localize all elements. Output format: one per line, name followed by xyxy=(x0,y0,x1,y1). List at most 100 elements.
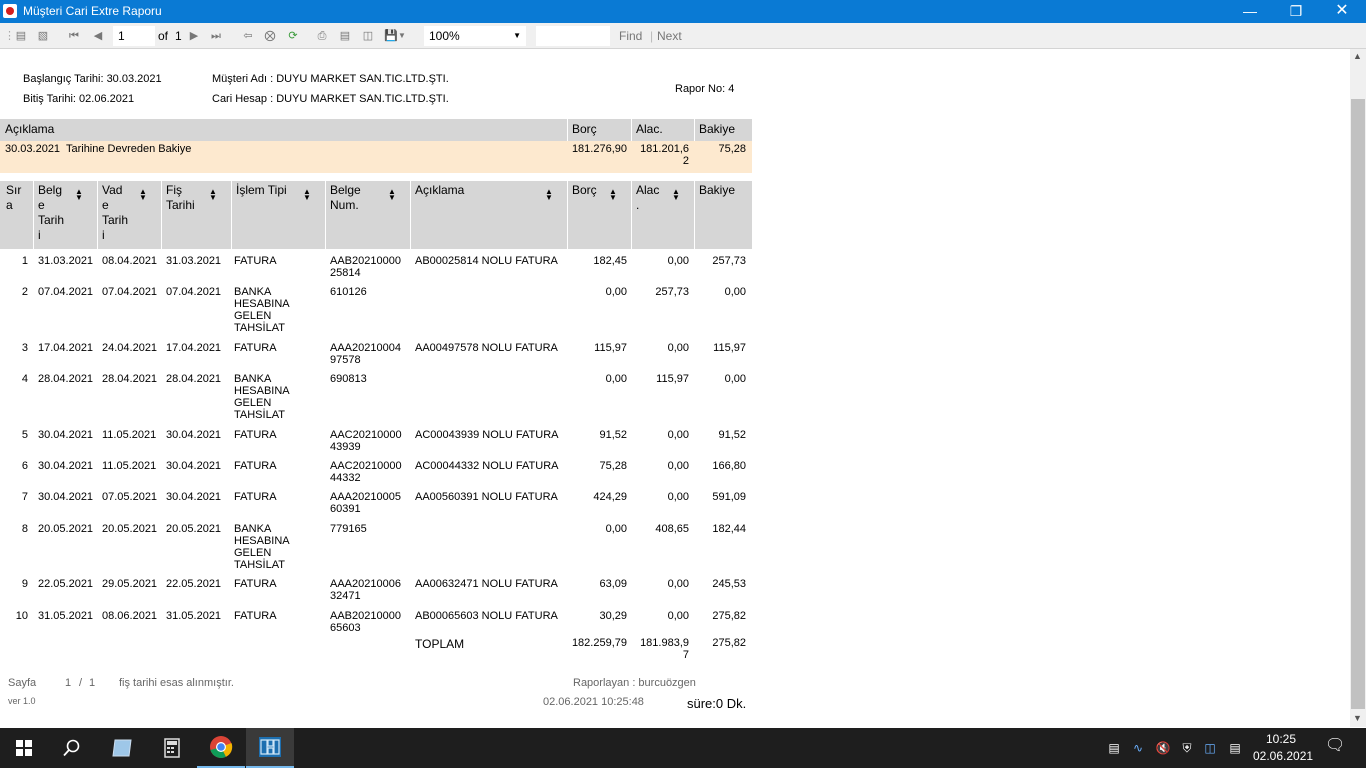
divider xyxy=(694,181,695,249)
search-button[interactable] xyxy=(48,728,96,768)
cell-vade-tarihi: 08.04.2021 xyxy=(102,255,158,267)
cell-bakiye: 182,44 xyxy=(712,523,746,535)
cell-bakiye: 591,09 xyxy=(712,491,746,503)
notifications-icon[interactable]: 🗨 xyxy=(1325,738,1345,754)
sort-icon[interactable]: ▲ ▼ xyxy=(545,188,553,202)
cell-islem-tipi: BANKA HESABINA GELEN TAHSİLAT xyxy=(234,286,290,334)
cell-alac: 115,97 xyxy=(656,373,689,385)
cell-sira: 6 xyxy=(21,460,28,472)
volume-muted-icon[interactable]: 🔇 xyxy=(1155,740,1171,756)
col-alac[interactable]: Alac . xyxy=(636,183,659,213)
page-setup-icon[interactable]: ◫ xyxy=(360,28,376,44)
grip-icon: ⋮ xyxy=(4,30,15,42)
cell-vade-tarihi: 29.05.2021 xyxy=(102,578,158,590)
find-button[interactable]: Find xyxy=(619,27,642,45)
page-number-input[interactable]: 1 xyxy=(113,26,155,46)
cell-bakiye: 166,80 xyxy=(712,460,746,472)
cell-sira: 4 xyxy=(21,373,28,385)
cell-belge-num: AAC20210000 43939 xyxy=(330,429,402,453)
footer-pages: 1 xyxy=(89,677,96,689)
cell-alac: 0,00 xyxy=(667,610,689,622)
scroll-down-icon[interactable]: ▼ xyxy=(1353,713,1362,723)
save-icon[interactable]: 💾 xyxy=(383,28,399,44)
find-input[interactable] xyxy=(536,26,610,46)
sort-icon[interactable]: ▲ ▼ xyxy=(139,188,147,202)
start-button[interactable] xyxy=(0,728,48,768)
stop-icon[interactable]: ⨂ xyxy=(262,28,278,44)
taskbar-app-chrome[interactable] xyxy=(197,728,245,768)
col-sira[interactable]: Sır a xyxy=(6,183,21,213)
chevron-down-icon[interactable]: ▼ xyxy=(398,28,406,44)
clock-date[interactable]: 02.06.2021 xyxy=(1253,749,1313,763)
next-button[interactable]: Next xyxy=(657,27,682,45)
cell-borc: 424,29 xyxy=(593,491,627,503)
sort-icon[interactable]: ▲ ▼ xyxy=(672,188,680,202)
zoom-select[interactable]: 100% ▼ xyxy=(424,26,526,46)
taskbar: ▤ ∿ 🔇 ⛨ ◫ ▤ 10:25 02.06.2021 🗨 xyxy=(0,728,1366,768)
cell-belge-tarihi: 30.04.2021 xyxy=(38,429,94,441)
col-islem-tipi[interactable]: İşlem Tipi xyxy=(236,183,287,198)
taskbar-app-calculator[interactable] xyxy=(148,728,196,768)
scroll-up-icon[interactable]: ▲ xyxy=(1353,51,1362,61)
col-borc[interactable]: Borç xyxy=(572,183,597,198)
col-bakiye[interactable]: Bakiye xyxy=(699,183,735,198)
display-icon[interactable]: ◫ xyxy=(1202,740,1218,756)
print-layout-icon[interactable]: ▤ xyxy=(337,28,353,44)
cell-fis-tarihi: 31.05.2021 xyxy=(166,610,222,622)
sort-icon[interactable]: ▲ ▼ xyxy=(303,188,311,202)
back-icon[interactable]: ⇦ xyxy=(240,28,256,44)
sort-icon[interactable]: ▲ ▼ xyxy=(209,188,217,202)
document-map-icon[interactable]: ▤ xyxy=(13,28,29,44)
total-bakiye: 275,82 xyxy=(712,637,746,649)
refresh-icon[interactable]: ⟳ xyxy=(285,28,301,44)
cell-sira: 2 xyxy=(21,286,28,298)
cell-bakiye: 0,00 xyxy=(724,286,746,298)
chevron-down-icon: ▼ xyxy=(513,31,521,40)
col-vade-tarihi[interactable]: Vad e Tarih i xyxy=(102,183,128,243)
cell-belge-num: AAA20210005 60391 xyxy=(330,491,401,515)
next-page-icon[interactable]: ▶ xyxy=(186,28,202,44)
sync-icon[interactable]: ∿ xyxy=(1130,740,1146,756)
divider xyxy=(33,181,34,249)
cell-alac: 0,00 xyxy=(667,460,689,472)
taskbar-app-files[interactable] xyxy=(98,728,146,768)
last-page-icon[interactable]: ⏭ xyxy=(208,28,224,44)
vertical-scrollbar[interactable]: ▲ ▼ xyxy=(1350,49,1366,727)
cell-bakiye: 91,52 xyxy=(718,429,746,441)
footer-page: 1 xyxy=(65,677,72,689)
cell-aciklama: AA00497578 NOLU FATURA xyxy=(415,342,558,354)
previous-page-icon[interactable]: ◀ xyxy=(90,28,106,44)
sort-icon[interactable]: ▲ ▼ xyxy=(609,188,617,202)
cell-borc: 0,00 xyxy=(605,373,627,385)
close-icon[interactable]: ✕ xyxy=(1319,0,1365,23)
divider xyxy=(97,181,98,249)
network-app-icon[interactable]: ▤ xyxy=(1106,740,1122,756)
sort-icon[interactable]: ▲ ▼ xyxy=(75,188,83,202)
summary-col-borc: Borç xyxy=(572,122,597,136)
col-aciklama[interactable]: Açıklama xyxy=(415,183,464,198)
cell-bakiye: 0,00 xyxy=(724,373,746,385)
report-number: Rapor No: 4 xyxy=(675,83,735,95)
cell-belge-tarihi: 31.03.2021 xyxy=(38,255,94,267)
network-icon[interactable]: ▤ xyxy=(1227,740,1243,756)
taskbar-app-report[interactable] xyxy=(246,728,294,768)
cell-islem-tipi: FATURA xyxy=(234,255,277,267)
divider xyxy=(161,181,162,249)
restore-icon[interactable]: ❐ xyxy=(1273,0,1319,23)
first-page-icon[interactable]: ⏮ xyxy=(66,28,82,44)
divider xyxy=(567,181,568,249)
col-belge-tarihi[interactable]: Belg e Tarih i xyxy=(38,183,64,243)
sort-icon[interactable]: ▲ ▼ xyxy=(388,188,396,202)
parameters-icon[interactable]: ▧ xyxy=(35,28,51,44)
cell-belge-tarihi: 20.05.2021 xyxy=(38,523,94,535)
scroll-thumb[interactable] xyxy=(1351,99,1365,709)
cell-islem-tipi: FATURA xyxy=(234,429,277,441)
clock-time[interactable]: 10:25 xyxy=(1266,732,1296,746)
print-icon[interactable]: ⎙ xyxy=(314,28,330,44)
cell-alac: 0,00 xyxy=(667,578,689,590)
total-alac: 181.983,9 7 xyxy=(640,637,689,661)
col-belge-num[interactable]: Belge Num. xyxy=(330,183,361,213)
col-fis-tarihi[interactable]: Fiş Tarihi xyxy=(166,183,195,213)
minimize-icon[interactable]: — xyxy=(1227,0,1273,23)
shield-icon[interactable]: ⛨ xyxy=(1179,740,1195,756)
